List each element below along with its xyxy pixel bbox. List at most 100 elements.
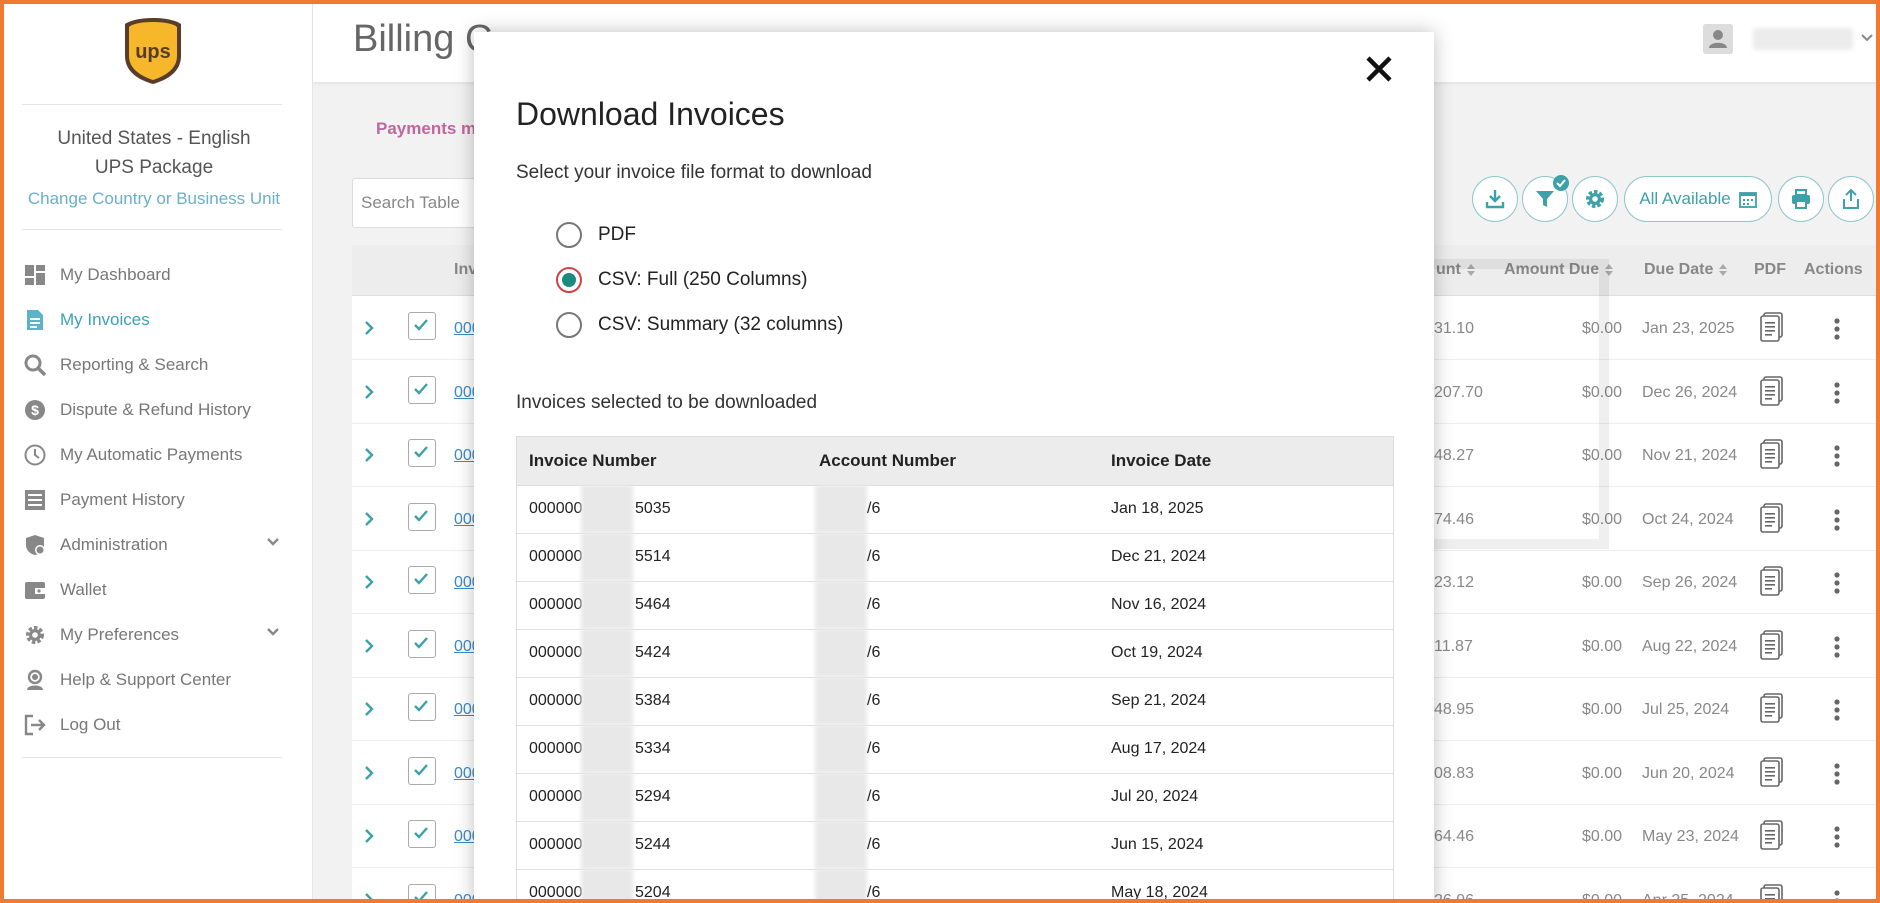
- chevron-right-icon[interactable]: [364, 574, 374, 590]
- chevron-down-icon[interactable]: [267, 626, 279, 638]
- row-checkbox[interactable]: [408, 820, 436, 848]
- check-icon: [414, 382, 428, 395]
- sidebar-item-label: Log Out: [60, 714, 121, 734]
- more-actions-icon[interactable]: [1834, 445, 1840, 467]
- format-option-label: CSV: Full (250 Columns): [598, 269, 808, 290]
- more-actions-icon[interactable]: [1834, 508, 1840, 531]
- redacted-block: [815, 533, 867, 581]
- user-name-redacted[interactable]: [1753, 28, 1853, 50]
- more-actions-icon[interactable]: [1834, 635, 1840, 658]
- invoice-date: Aug 17, 2024: [1111, 740, 1207, 757]
- row-checkbox[interactable]: [408, 439, 436, 467]
- sidebar-item-help[interactable]: Help & Support Center: [24, 657, 294, 702]
- filter-active-check-icon: [1553, 175, 1569, 191]
- row-checkbox[interactable]: [408, 375, 436, 404]
- chevron-down-icon[interactable]: [267, 536, 279, 548]
- pdf-document-icon[interactable]: [1760, 629, 1786, 660]
- user-avatar-icon[interactable]: [1703, 24, 1733, 54]
- sidebar-item-logout[interactable]: Log Out: [24, 702, 294, 747]
- format-option-csv-full[interactable]: CSV: Full (250 Columns): [556, 267, 807, 293]
- chevron-down-icon[interactable]: [1861, 32, 1873, 44]
- sidebar-item-wallet[interactable]: Wallet: [24, 567, 294, 612]
- due-date: Jan 23, 2025: [1642, 320, 1735, 337]
- sidebar-item-administration[interactable]: Administration: [24, 522, 294, 567]
- more-actions-icon[interactable]: [1834, 762, 1840, 785]
- redacted-block: [581, 677, 633, 725]
- divider: [22, 104, 282, 105]
- table-row: 000000 5294/6 Jul 20, 2024: [517, 773, 1393, 822]
- sidebar-item-dashboard[interactable]: My Dashboard: [24, 252, 294, 297]
- share-button[interactable]: [1828, 176, 1874, 222]
- more-actions-icon[interactable]: [1834, 889, 1840, 903]
- print-button[interactable]: [1778, 176, 1824, 222]
- due-date: Aug 22, 2024: [1642, 637, 1738, 655]
- redacted-block: [581, 485, 633, 533]
- more-actions-icon[interactable]: [1834, 699, 1840, 721]
- change-country-link[interactable]: Change Country or Business Unit: [4, 189, 304, 209]
- chevron-right-icon[interactable]: [364, 384, 374, 400]
- row-checkbox[interactable]: [408, 883, 436, 899]
- redacted-block: [581, 533, 633, 581]
- pdf-document-icon[interactable]: [1760, 756, 1786, 787]
- sidebar-item-reporting[interactable]: Reporting & Search: [24, 342, 294, 387]
- support-agent-icon: [27, 669, 43, 690]
- invoice-number-suffix: 5334: [635, 740, 671, 757]
- row-checkbox[interactable]: [408, 693, 436, 721]
- sidebar-item-automatic-payments[interactable]: My Automatic Payments: [24, 432, 294, 477]
- check-icon: [414, 763, 428, 776]
- redacted-block: [581, 821, 633, 869]
- pdf-document-icon[interactable]: [1760, 693, 1786, 723]
- search-input[interactable]: Search Table: [352, 178, 484, 228]
- pdf-document-icon[interactable]: [1760, 566, 1786, 596]
- more-actions-icon[interactable]: [1834, 381, 1840, 404]
- table-row: 000000 5334/6 Aug 17, 2024: [517, 725, 1393, 774]
- row-checkbox[interactable]: [408, 502, 436, 531]
- pdf-document-icon[interactable]: [1760, 820, 1786, 850]
- row-checkbox[interactable]: [408, 312, 436, 340]
- format-option-label: CSV: Summary (32 columns): [598, 314, 844, 335]
- gear-icon: [26, 625, 44, 644]
- radio-button-selected[interactable]: [556, 267, 582, 293]
- row-checkbox[interactable]: [408, 756, 436, 785]
- close-icon[interactable]: [1364, 54, 1394, 84]
- pdf-document-icon[interactable]: [1760, 883, 1786, 903]
- sidebar-item-invoices[interactable]: My Invoices: [24, 297, 294, 342]
- payments-tab[interactable]: Payments m: [376, 119, 476, 139]
- format-option-label: PDF: [598, 224, 636, 245]
- row-checkbox[interactable]: [408, 629, 436, 658]
- ups-logo[interactable]: ups: [123, 16, 183, 86]
- column-header-due-date[interactable]: Due Date: [1644, 261, 1728, 279]
- chevron-right-icon[interactable]: [364, 765, 374, 781]
- more-actions-icon[interactable]: [1834, 826, 1840, 848]
- chevron-right-icon[interactable]: [364, 701, 374, 717]
- table-row: 000000 5244/6 Jun 15, 2024: [517, 821, 1393, 870]
- chevron-right-icon[interactable]: [364, 892, 374, 903]
- format-option-pdf[interactable]: PDF: [556, 222, 636, 248]
- row-checkbox[interactable]: [408, 566, 436, 594]
- more-actions-icon[interactable]: [1834, 572, 1840, 594]
- radio-button[interactable]: [556, 312, 582, 338]
- format-option-csv-summary[interactable]: CSV: Summary (32 columns): [556, 312, 843, 338]
- pdf-document-icon[interactable]: [1760, 502, 1786, 533]
- sidebar-item-dispute[interactable]: $ Dispute & Refund History: [24, 387, 294, 432]
- more-actions-icon[interactable]: [1834, 318, 1840, 340]
- radio-button[interactable]: [556, 222, 582, 248]
- pdf-document-icon[interactable]: [1760, 375, 1786, 406]
- sidebar-item-preferences[interactable]: My Preferences: [24, 612, 294, 657]
- chevron-right-icon[interactable]: [364, 638, 374, 654]
- check-icon: [414, 319, 428, 331]
- invoice-number-prefix: 000000: [529, 692, 583, 709]
- all-available-filter-button[interactable]: All Available: [1624, 176, 1772, 222]
- sidebar-item-payment-history[interactable]: Payment History: [24, 477, 294, 522]
- account-number: /6: [867, 884, 881, 901]
- redacted-block: [815, 629, 867, 677]
- chevron-right-icon[interactable]: [364, 320, 374, 336]
- pdf-document-icon[interactable]: [1760, 439, 1786, 469]
- pdf-document-icon[interactable]: [1760, 312, 1786, 342]
- redacted-block: [815, 725, 867, 773]
- invoice-date: Jan 18, 2025: [1111, 500, 1204, 517]
- invoice-date: May 18, 2024: [1111, 884, 1208, 901]
- chevron-right-icon[interactable]: [364, 447, 374, 463]
- chevron-right-icon[interactable]: [364, 511, 374, 527]
- chevron-right-icon[interactable]: [364, 828, 374, 844]
